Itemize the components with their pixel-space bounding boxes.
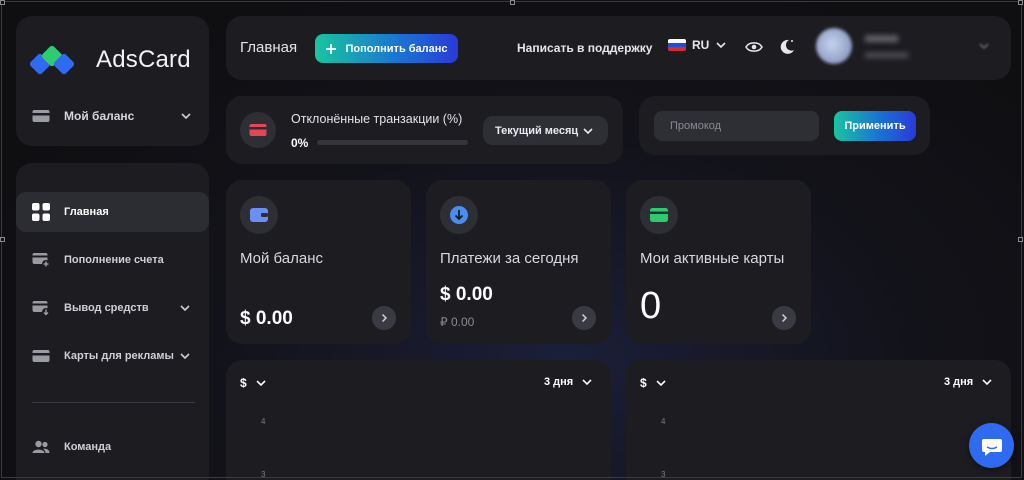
rejected-title: Отклонённые транзакции (%): [291, 112, 463, 126]
logo[interactable]: AdsCard: [29, 44, 191, 76]
team-icon: [32, 438, 50, 456]
sidebar-item-label: Вывод средств: [64, 302, 149, 314]
resize-handle[interactable]: [510, 0, 515, 5]
sidebar-item-team[interactable]: Команда: [16, 427, 209, 467]
active-cards-label: Мои активные карты: [640, 250, 785, 267]
range-label: 3 дня: [544, 376, 574, 388]
moon-icon[interactable]: [778, 38, 796, 56]
chart-panel-left: $ 3 дня 4 3: [226, 360, 611, 480]
logo-panel: AdsCard Мой баланс: [16, 16, 209, 146]
card-alert-icon: [240, 112, 276, 148]
chevron-right-icon: [781, 313, 788, 323]
cards-details-button[interactable]: [772, 306, 796, 330]
balance-value: $ 0.00: [240, 308, 293, 329]
eye-icon[interactable]: [745, 38, 763, 56]
sidebar-divider: [32, 402, 195, 403]
sidebar-item-home[interactable]: Главная: [16, 192, 209, 232]
sidebar-item-withdraw[interactable]: Вывод средств: [16, 288, 209, 328]
resize-handle[interactable]: [0, 0, 5, 5]
promo-card: Применить: [639, 96, 930, 155]
resize-handle[interactable]: [0, 237, 5, 242]
balance-card: Мой баланс $ 0.00: [226, 180, 411, 344]
avatar[interactable]: [816, 28, 852, 64]
payments-details-button[interactable]: [572, 306, 596, 330]
balance-details-button[interactable]: [372, 306, 396, 330]
chevron-down-icon: [181, 113, 191, 120]
chevron-right-icon: [381, 313, 388, 323]
active-cards-value: 0: [640, 285, 662, 327]
topup-balance-button[interactable]: Пополнить баланс: [315, 34, 458, 63]
card-plus-icon: [32, 251, 50, 269]
card-icon: [640, 196, 678, 234]
sidebar-item-label: Команда: [64, 441, 112, 453]
resize-handle[interactable]: [1018, 0, 1023, 5]
apply-promo-button[interactable]: Применить: [834, 111, 916, 141]
rejected-progress-bar: [317, 140, 468, 145]
app-window: AdsCard Мой баланс Главная Пополнение сч…: [0, 0, 1024, 480]
currency-dropdown[interactable]: $: [640, 376, 667, 390]
page-title: Главная: [240, 39, 298, 56]
resize-handle[interactable]: [1018, 237, 1023, 242]
range-dropdown[interactable]: 3 дня: [544, 376, 593, 388]
payments-today-rub: ₽ 0.00: [440, 315, 475, 329]
language-code: RU: [692, 38, 710, 52]
sidebar-nav: Главная Пополнение счета Вывод средств К…: [16, 163, 209, 480]
chevron-down-icon: [716, 42, 726, 49]
chevron-down-icon: [256, 380, 266, 387]
chevron-down-icon: [583, 127, 593, 134]
adscard-logo-icon: [29, 44, 82, 76]
grid-icon: [32, 203, 50, 221]
wallet-icon: [240, 196, 278, 234]
chevron-down-icon: [180, 305, 190, 312]
card-withdraw-icon: [32, 299, 50, 317]
rejected-value: 0%: [291, 136, 309, 150]
y-tick-label: 4: [261, 417, 266, 426]
chat-support-button[interactable]: [969, 423, 1014, 468]
range-dropdown[interactable]: 3 дня: [944, 376, 993, 388]
currency-label: $: [240, 376, 247, 390]
user-name-blurred: ■■■■■: [865, 33, 899, 45]
russia-flag-icon: [668, 39, 686, 51]
rejected-transactions-card: Отклонённые транзакции (%) 0% Текущий ме…: [226, 96, 623, 164]
currency-label: $: [640, 376, 647, 390]
topup-balance-label: Пополнить баланс: [345, 42, 448, 55]
support-link[interactable]: Написать в поддержку: [517, 41, 652, 55]
active-cards-card: Мои активные карты 0: [626, 180, 811, 344]
sidebar-balance-label: Мой баланс: [64, 109, 135, 123]
chevron-down-icon[interactable]: [978, 40, 990, 52]
y-tick-label: 3: [261, 470, 266, 479]
period-label: Текущий месяц: [495, 124, 579, 137]
sidebar-item-label: Главная: [64, 206, 109, 218]
chevron-down-icon: [582, 379, 592, 386]
wallet-icon: [32, 107, 50, 125]
plus-icon: [326, 43, 337, 54]
chart-panel-right: $ 3 дня 4 3: [626, 360, 1011, 480]
period-dropdown[interactable]: Текущий месяц: [483, 116, 608, 145]
balance-label: Мой баланс: [240, 250, 324, 267]
sidebar-balance-dropdown[interactable]: Мой баланс: [32, 104, 194, 128]
payments-today-card: Платежи за сегодня $ 0.00 ₽ 0.00: [426, 180, 611, 344]
promo-code-input[interactable]: [654, 111, 819, 141]
chat-bubble-icon: [981, 438, 1002, 456]
language-selector[interactable]: RU: [668, 38, 727, 52]
chevron-down-icon: [656, 380, 666, 387]
chevron-right-icon: [581, 313, 588, 323]
currency-dropdown[interactable]: $: [240, 376, 267, 390]
sidebar-item-topup[interactable]: Пополнение счета: [16, 240, 209, 280]
card-icon: [32, 347, 50, 365]
range-label: 3 дня: [944, 376, 974, 388]
payments-today-label: Платежи за сегодня: [440, 250, 579, 267]
app-name: AdsCard: [96, 46, 191, 73]
chevron-down-icon: [180, 353, 190, 360]
download-circle-icon: [440, 196, 478, 234]
payments-today-value: $ 0.00: [440, 284, 493, 305]
y-tick-label: 3: [661, 470, 666, 479]
chevron-down-icon: [982, 379, 992, 386]
top-header: Главная Пополнить баланс Написать в подд…: [226, 16, 1011, 80]
user-id-blurred: ■■■■■■■■: [865, 50, 909, 60]
sidebar-item-label: Карты для рекламы: [64, 350, 174, 362]
y-tick-label: 4: [661, 417, 666, 426]
sidebar-item-label: Пополнение счета: [64, 254, 164, 266]
sidebar-item-ad-cards[interactable]: Карты для рекламы: [16, 336, 209, 376]
